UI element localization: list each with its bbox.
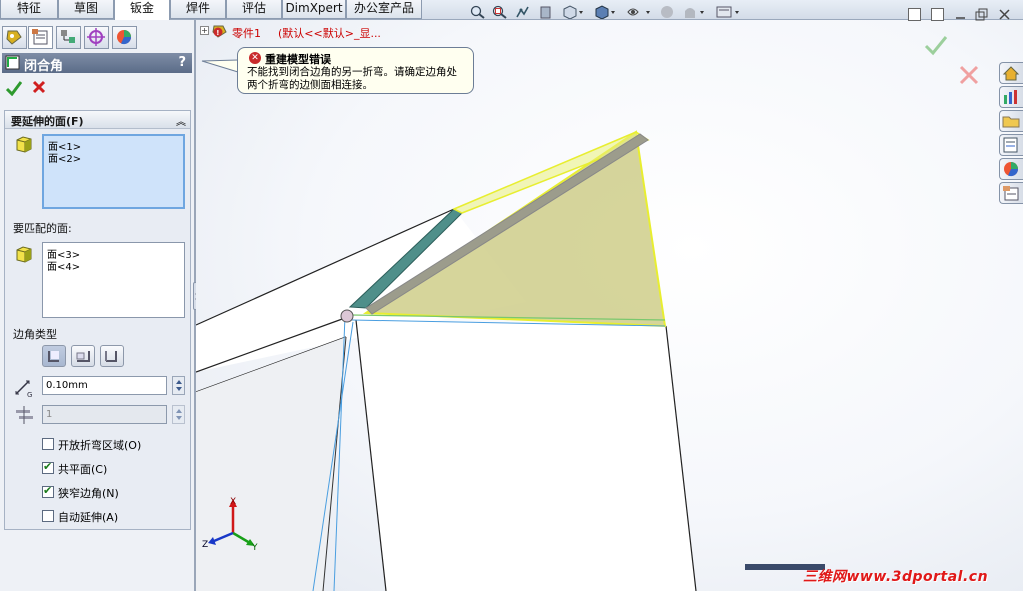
zoom-to-fit-icon[interactable] (470, 5, 485, 19)
error-message: 不能找到闭合边角的另一折弯。请确定边角处两个折弯的边侧面相连接。 (247, 66, 457, 91)
feature-manager-tabs (0, 26, 196, 50)
check-icon (5, 81, 23, 97)
closed-corner-icon (5, 55, 20, 70)
tab-office-products[interactable]: 办公室产品 (346, 0, 422, 19)
auto-propagation-label: 自动延伸(A) (58, 511, 119, 524)
graphics-area[interactable] (196, 20, 1023, 591)
reference-triad: X Y Z (202, 497, 258, 553)
design-library-icon[interactable] (999, 86, 1023, 108)
restore-icon[interactable] (975, 8, 988, 21)
part-error-icon: ! (212, 23, 228, 38)
expand-tree-button[interactable]: + (200, 26, 209, 35)
overlap-corner-button[interactable] (71, 345, 95, 367)
gap-distance-stepper[interactable] (172, 376, 185, 395)
group-header[interactable]: 要延伸的面(F) ︽ (5, 111, 190, 129)
propertymanager-tab-icon[interactable] (28, 26, 53, 49)
previous-view-icon[interactable] (515, 5, 530, 19)
open-bend-region-label: 开放折弯区域(O) (58, 439, 142, 452)
watermark-logo: 三维网www.3dportal.cn (745, 564, 1023, 591)
tab-dimxpert[interactable]: DimXpert (282, 0, 346, 19)
custom-properties-icon[interactable] (999, 182, 1023, 204)
property-manager-title: 闭合角 (24, 59, 64, 74)
face-cube-icon (15, 245, 33, 263)
apply-scene-icon[interactable] (683, 5, 709, 19)
display-style-icon[interactable] (594, 5, 618, 19)
confirm-ok-icon[interactable] (924, 34, 948, 56)
cancel-button[interactable] (32, 80, 46, 94)
error-icon: ✕ (249, 52, 261, 64)
configurationmanager-tab-icon[interactable] (56, 26, 81, 49)
solidworks-resources-icon[interactable] (999, 62, 1023, 84)
y-axis-label: Y (251, 543, 258, 553)
part-configuration: (默认<<默认>_显... (278, 27, 381, 40)
match-faces-label: 要匹配的面: (13, 222, 72, 235)
faces-to-extend-group: 要延伸的面(F) ︽ 面<1> 面<2> 要匹配的面: 面<3> 面<4> 边角… (4, 110, 191, 530)
tooltip-pointer (201, 59, 239, 73)
viewport-split-icon[interactable] (931, 8, 944, 21)
extend-faces-list[interactable]: 面<1> 面<2> (42, 134, 185, 209)
sheet-metal-model[interactable] (196, 20, 1023, 591)
match-faces-list[interactable]: 面<3> 面<4> (42, 242, 185, 318)
gap-distance-icon: G (13, 378, 35, 399)
coplanar-label: 共平面(C) (58, 463, 108, 476)
appearances-icon[interactable] (999, 158, 1023, 180)
z-axis-label: Z (202, 540, 208, 550)
ok-button[interactable] (5, 80, 23, 97)
butt-corner-button[interactable] (42, 345, 66, 367)
section-view-icon[interactable] (538, 5, 553, 19)
tab-evaluate[interactable]: 评估 (226, 0, 282, 19)
file-explorer-icon[interactable] (999, 110, 1023, 132)
help-button[interactable]: ? (178, 55, 186, 70)
featuremanager-tab-icon[interactable] (2, 26, 27, 49)
property-manager-header: 闭合角 ? (2, 53, 192, 74)
zoom-area-icon[interactable] (492, 5, 507, 19)
group-title: 要延伸的面(F) (11, 115, 84, 128)
tab-sketch[interactable]: 草图 (58, 0, 114, 19)
command-manager-tabs: 特征 草图 钣金 焊件 评估 DimXpert 办公室产品 (0, 0, 1023, 20)
rebuild-error-tooltip: ✕ 重建模型错误 不能找到闭合边角的另一折弯。请确定边角处两个折弯的边侧面相连接… (237, 47, 474, 94)
edit-appearance-icon[interactable] (660, 5, 675, 19)
list-item[interactable]: 面<2> (48, 150, 81, 165)
open-bend-region-checkbox[interactable] (42, 438, 54, 450)
underlap-corner-button[interactable] (100, 345, 124, 367)
list-item[interactable]: 面<4> (47, 258, 80, 273)
displaymanager-tab-icon[interactable] (112, 26, 137, 49)
view-palette-icon[interactable] (999, 134, 1023, 156)
narrow-corner-label: 狭窄边角(N) (58, 487, 119, 500)
confirm-cancel-icon[interactable] (958, 64, 980, 86)
overlap-ratio-field[interactable]: 1 (42, 405, 167, 424)
view-settings-icon[interactable] (716, 5, 744, 19)
auto-propagation-checkbox[interactable] (42, 510, 54, 522)
x-icon (32, 80, 46, 94)
tab-features[interactable]: 特征 (0, 0, 58, 19)
overlap-ratio-stepper[interactable] (172, 405, 185, 424)
close-icon[interactable] (998, 8, 1011, 21)
property-manager-panel: 闭合角 ? 要延伸的面(F) ︽ 面<1> 面<2> 要匹配的面: 面<3> 面… (0, 20, 196, 591)
part-name[interactable]: 零件1 (232, 25, 261, 41)
gap-distance-field[interactable]: 0.10mm (42, 376, 167, 395)
tab-weldments[interactable]: 焊件 (170, 0, 226, 19)
svg-text:G: G (27, 391, 32, 398)
face-cube-icon (15, 135, 33, 153)
view-orientation-icon[interactable] (562, 5, 586, 19)
svg-text:!: ! (216, 29, 219, 37)
error-title: 重建模型错误 (265, 53, 331, 66)
coplanar-checkbox[interactable] (42, 460, 54, 474)
minimize-icon[interactable] (954, 8, 967, 21)
viewport-option-icon[interactable] (908, 8, 921, 21)
x-axis-label: X (230, 497, 236, 507)
narrow-corner-checkbox[interactable] (42, 484, 54, 498)
overlap-ratio-icon (13, 405, 35, 425)
hide-show-icon[interactable] (627, 5, 653, 19)
dimxpertmanager-tab-icon[interactable] (84, 26, 109, 49)
collapse-chevron-icon[interactable]: ︽ (176, 113, 186, 128)
tab-sheet-metal[interactable]: 钣金 (114, 0, 170, 20)
corner-type-label: 边角类型 (13, 328, 57, 341)
